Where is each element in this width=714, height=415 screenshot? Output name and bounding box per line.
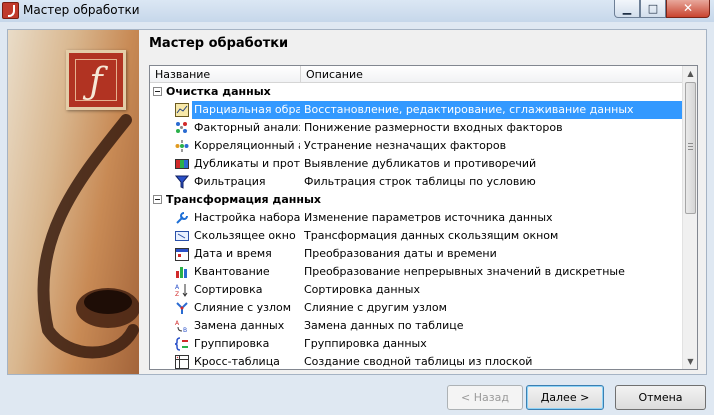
item-name: Факторный анализ (194, 121, 300, 134)
list-item[interactable]: Настройка набора ... Изменение параметров… (150, 209, 682, 227)
list-item[interactable]: A B Замена данных Замена данных по таблице (150, 317, 682, 335)
back-button[interactable]: < Назад (447, 385, 523, 410)
item-description: Выявление дубликатов и противоречий (304, 157, 537, 170)
wizard-banner-image: ƒ (8, 30, 139, 374)
item-name: Дубликаты и прот... (194, 157, 300, 170)
minimize-button[interactable]: ▁ (614, 0, 640, 18)
logo-glyph: ƒ (89, 61, 103, 102)
crosstab-icon (175, 355, 189, 369)
item-name: Кросс-таблица (194, 355, 280, 368)
minimize-icon: ▁ (622, 2, 632, 15)
list-item[interactable]: Квантование Преобразование непрерывных зн… (150, 263, 682, 281)
wrench-icon (175, 211, 189, 225)
sliding-window-icon (175, 229, 189, 243)
item-description: Преобразование непрерывных значений в ди… (304, 265, 625, 278)
item-description: Фильтрация строк таблицы по условию (304, 175, 536, 188)
item-name: Скользящее окно (194, 229, 296, 242)
item-name: Парциальная обра... (194, 103, 300, 116)
window-title: Мастер обработки (23, 3, 140, 17)
item-name: Замена данных (194, 319, 285, 332)
item-name: Сортировка (194, 283, 263, 296)
item-description: Понижение размерности входных факторов (304, 121, 563, 134)
item-name: Дата и время (194, 247, 272, 260)
item-description: Слияние с другим узлом (304, 301, 447, 314)
group-row[interactable]: Трансформация данных (150, 191, 682, 209)
column-header-name[interactable]: Название (150, 66, 301, 83)
filter-icon (174, 175, 190, 189)
item-description: Изменение параметров источника данных (304, 211, 553, 224)
item-description: Замена данных по таблице (304, 319, 464, 332)
item-description: Преобразования даты и времени (304, 247, 497, 260)
duplicates-icon (175, 157, 189, 171)
collapse-icon[interactable] (153, 195, 162, 204)
calendar-icon (175, 247, 189, 261)
item-description: Группировка данных (304, 337, 427, 350)
maximize-button[interactable]: □ (640, 0, 666, 18)
vertical-scrollbar[interactable]: ▲ ▼ (682, 66, 697, 369)
app-icon (2, 2, 19, 19)
next-button[interactable]: Далее > (526, 385, 604, 410)
item-description: Создание сводной таблицы из плоской (304, 355, 533, 368)
list-header: Название Описание (150, 66, 682, 83)
svg-text:Z: Z (175, 291, 179, 297)
dialog-body: ƒ Мастер обработки Название Описание Очи… (7, 29, 707, 375)
scroll-down-icon[interactable]: ▼ (683, 354, 697, 369)
list-item[interactable]: Парциальная обра... Восстановление, редак… (150, 101, 682, 119)
item-name: Квантование (194, 265, 270, 278)
list-item[interactable]: Корреляционный а... Устранение незначащих… (150, 137, 682, 155)
collapse-icon[interactable] (153, 87, 162, 96)
factor-analysis-icon (175, 121, 189, 135)
partial-processing-icon (175, 103, 189, 117)
page-title: Мастер обработки (149, 36, 289, 51)
group-label: Трансформация данных (166, 193, 321, 206)
close-icon: ✕ (682, 1, 694, 15)
program-logo: ƒ (66, 50, 126, 110)
wizard-window: Мастер обработки ▁ □ ✕ ƒ Мастер обработк… (0, 0, 714, 415)
list-item[interactable]: Фильтрация Фильтрация строк таблицы по ус… (150, 173, 682, 191)
column-header-description[interactable]: Описание (301, 66, 682, 83)
item-name: Корреляционный а... (194, 139, 300, 152)
group-row[interactable]: Очистка данных (150, 83, 682, 101)
list-item[interactable]: Факторный анализ Понижение размерности вх… (150, 119, 682, 137)
svg-text:A: A (175, 320, 180, 327)
list-item[interactable]: Группировка Группировка данных (150, 335, 682, 353)
svg-text:A: A (175, 284, 180, 291)
svg-text:B: B (183, 327, 187, 333)
replace-icon: AB (175, 319, 189, 334)
item-description: Сортировка данных (304, 283, 420, 296)
list-item[interactable]: Слияние с узлом Слияние с другим узлом (150, 299, 682, 317)
processing-list[interactable]: Название Описание Очистка данных Парциаль… (149, 65, 698, 370)
scroll-thumb[interactable] (685, 82, 696, 214)
group-label: Очистка данных (166, 85, 271, 98)
item-name: Настройка набора ... (194, 211, 300, 224)
title-bar[interactable]: Мастер обработки ▁ □ ✕ (0, 0, 714, 22)
maximize-icon: □ (647, 2, 659, 15)
item-name: Фильтрация (194, 175, 266, 188)
item-name: Группировка (194, 337, 270, 350)
item-name: Слияние с узлом (194, 301, 292, 314)
cancel-button[interactable]: Отмена (615, 385, 706, 410)
correlation-analysis-icon (175, 139, 189, 153)
item-description: Трансформация данных скользящим окном (304, 229, 559, 242)
quantization-icon (175, 265, 189, 279)
sort-icon: AZ (175, 283, 189, 298)
close-button[interactable]: ✕ (666, 0, 710, 18)
list-item[interactable]: Кросс-таблица Создание сводной таблицы из… (150, 353, 682, 369)
item-description: Устранение незначащих факторов (304, 139, 507, 152)
list-item[interactable]: A Z Сортировка Сортировка данных (150, 281, 682, 299)
scroll-up-icon[interactable]: ▲ (683, 66, 697, 81)
merge-icon (175, 301, 189, 315)
group-icon (174, 337, 189, 351)
list-item[interactable]: Дубликаты и прот... Выявление дубликатов … (150, 155, 682, 173)
list-item[interactable]: Скользящее окно Трансформация данных скол… (150, 227, 682, 245)
item-description: Восстановление, редактирование, сглажива… (304, 103, 634, 116)
list-item[interactable]: Дата и время Преобразования даты и времен… (150, 245, 682, 263)
